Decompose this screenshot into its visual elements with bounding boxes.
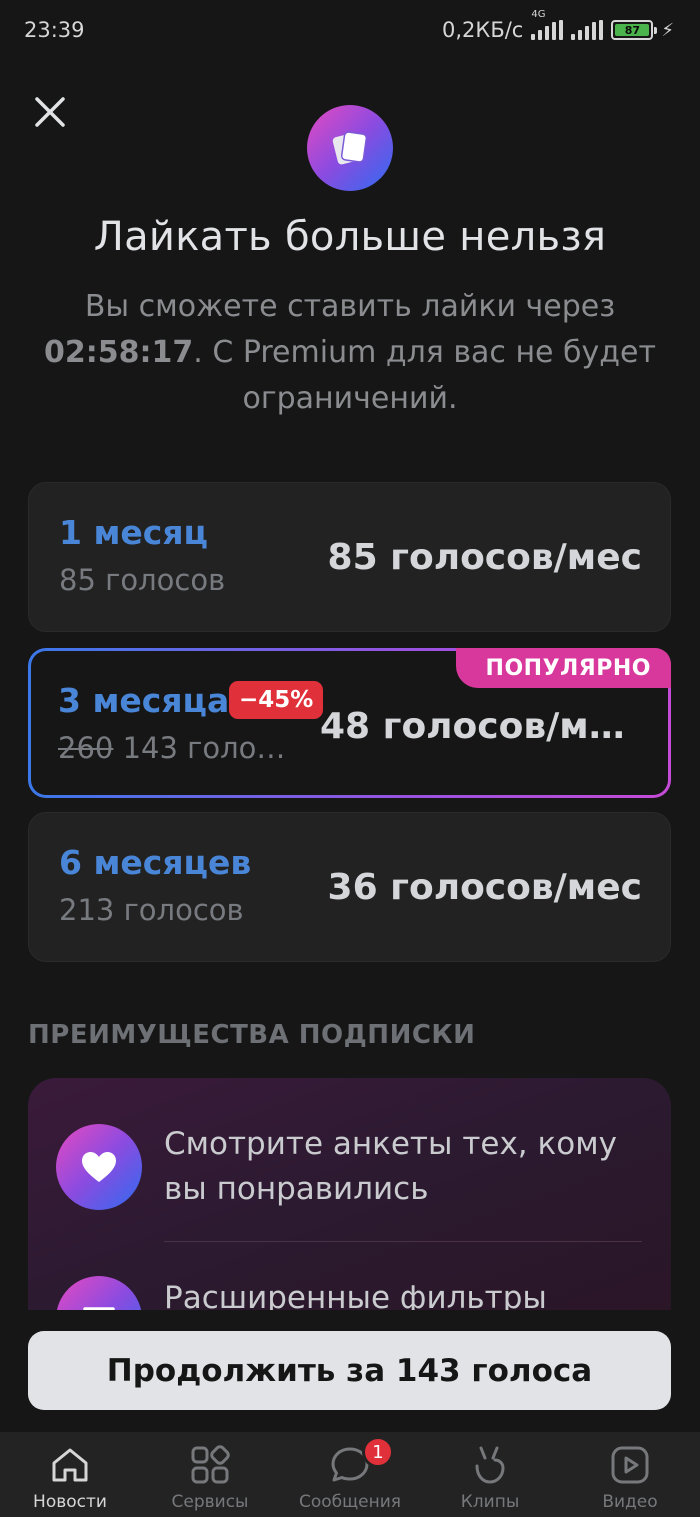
plan-option-6-months[interactable]: 6 месяцев 213 голосов 36 голосов/мес [28,812,671,962]
status-indicators: 0,2КБ/с 4G 87 ⚡ [442,9,674,42]
charging-icon: ⚡ [661,19,674,41]
page-subtitle: Вы сможете ставить лайки через 02:58:17.… [30,284,670,422]
bottom-tab-bar: Новости Сервисы 1 Сообщения Клипы Видео [0,1432,700,1517]
tab-label: Сообщения [298,1492,402,1512]
plan-total: 213 голосов [59,893,244,927]
net-speed: 0,2КБ/с [442,18,524,42]
home-icon [52,1448,88,1482]
subtitle-text-end: . С Premium для вас не будет ограничений… [193,335,656,416]
new-price: 143 голо… [122,731,286,765]
tab-services[interactable]: Сервисы [140,1432,280,1517]
heart-icon [56,1124,142,1210]
tab-label: Клипы [460,1492,520,1512]
services-icon [191,1445,230,1484]
video-icon [611,1446,649,1484]
page-title: Лайкать больше нельзя [93,214,607,260]
benefit-text: Смотрите анкеты тех, кому вы понравились [164,1126,617,1207]
status-bar: 23:39 0,2КБ/с 4G 87 ⚡ [0,0,700,64]
subtitle-text: Вы сможете ставить лайки через [84,289,616,324]
tab-label: Видео [602,1492,658,1512]
plan-price: 36 голосов/мес [327,867,642,908]
cta-area: Продолжить за 143 голоса [0,1310,700,1432]
plan-name: 1 месяц [59,513,209,552]
continue-button[interactable]: Продолжить за 143 голоса [28,1331,671,1410]
plan-price: 48 голосов/м… [320,706,625,747]
plan-name: 6 месяцев [59,843,252,882]
plan-price: 85 голосов/мес [327,537,642,578]
tab-label: Сервисы [171,1492,249,1512]
old-price: 260 [58,731,114,765]
popular-badge: ПОПУЛЯРНО [455,648,671,688]
battery-icon: 87 [611,20,658,40]
battery-level: 87 [615,24,650,37]
tab-video[interactable]: Видео [560,1432,700,1517]
plan-total: 85 голосов [59,563,226,597]
premium-cards-icon [307,105,393,191]
tab-news[interactable]: Новости [0,1432,140,1517]
network-type: 4G [531,9,546,20]
tab-clips[interactable]: Клипы [420,1432,560,1517]
status-time: 23:39 [24,18,85,42]
plan-name: 3 месяца [58,681,230,720]
screen: 23:39 0,2КБ/с 4G 87 ⚡ Лайкать больше нел… [0,0,700,1517]
plan-total: 260 143 голо… [58,731,285,765]
tab-label: Новости [33,1492,107,1512]
benefits-header: ПРЕИМУЩЕСТВА ПОДПИСКИ [28,1020,476,1050]
divider [164,1241,642,1242]
tab-messages[interactable]: 1 Сообщения [280,1432,420,1517]
cellular-signal-icon [571,20,604,40]
cellular-signal-4g-icon: 4G [531,9,564,40]
unread-badge: 1 [362,1436,394,1468]
clips-icon [475,1446,505,1484]
close-icon [35,97,65,127]
plan-option-1-month[interactable]: 1 месяц 85 голосов 85 голосов/мес [28,482,671,632]
countdown-timer: 02:58:17 [44,335,194,370]
close-button[interactable] [28,90,72,134]
discount-badge: −45% [229,681,324,719]
plan-option-3-months[interactable]: ПОПУЛЯРНО 3 месяца −45% 260 143 голо… 48… [28,648,671,798]
